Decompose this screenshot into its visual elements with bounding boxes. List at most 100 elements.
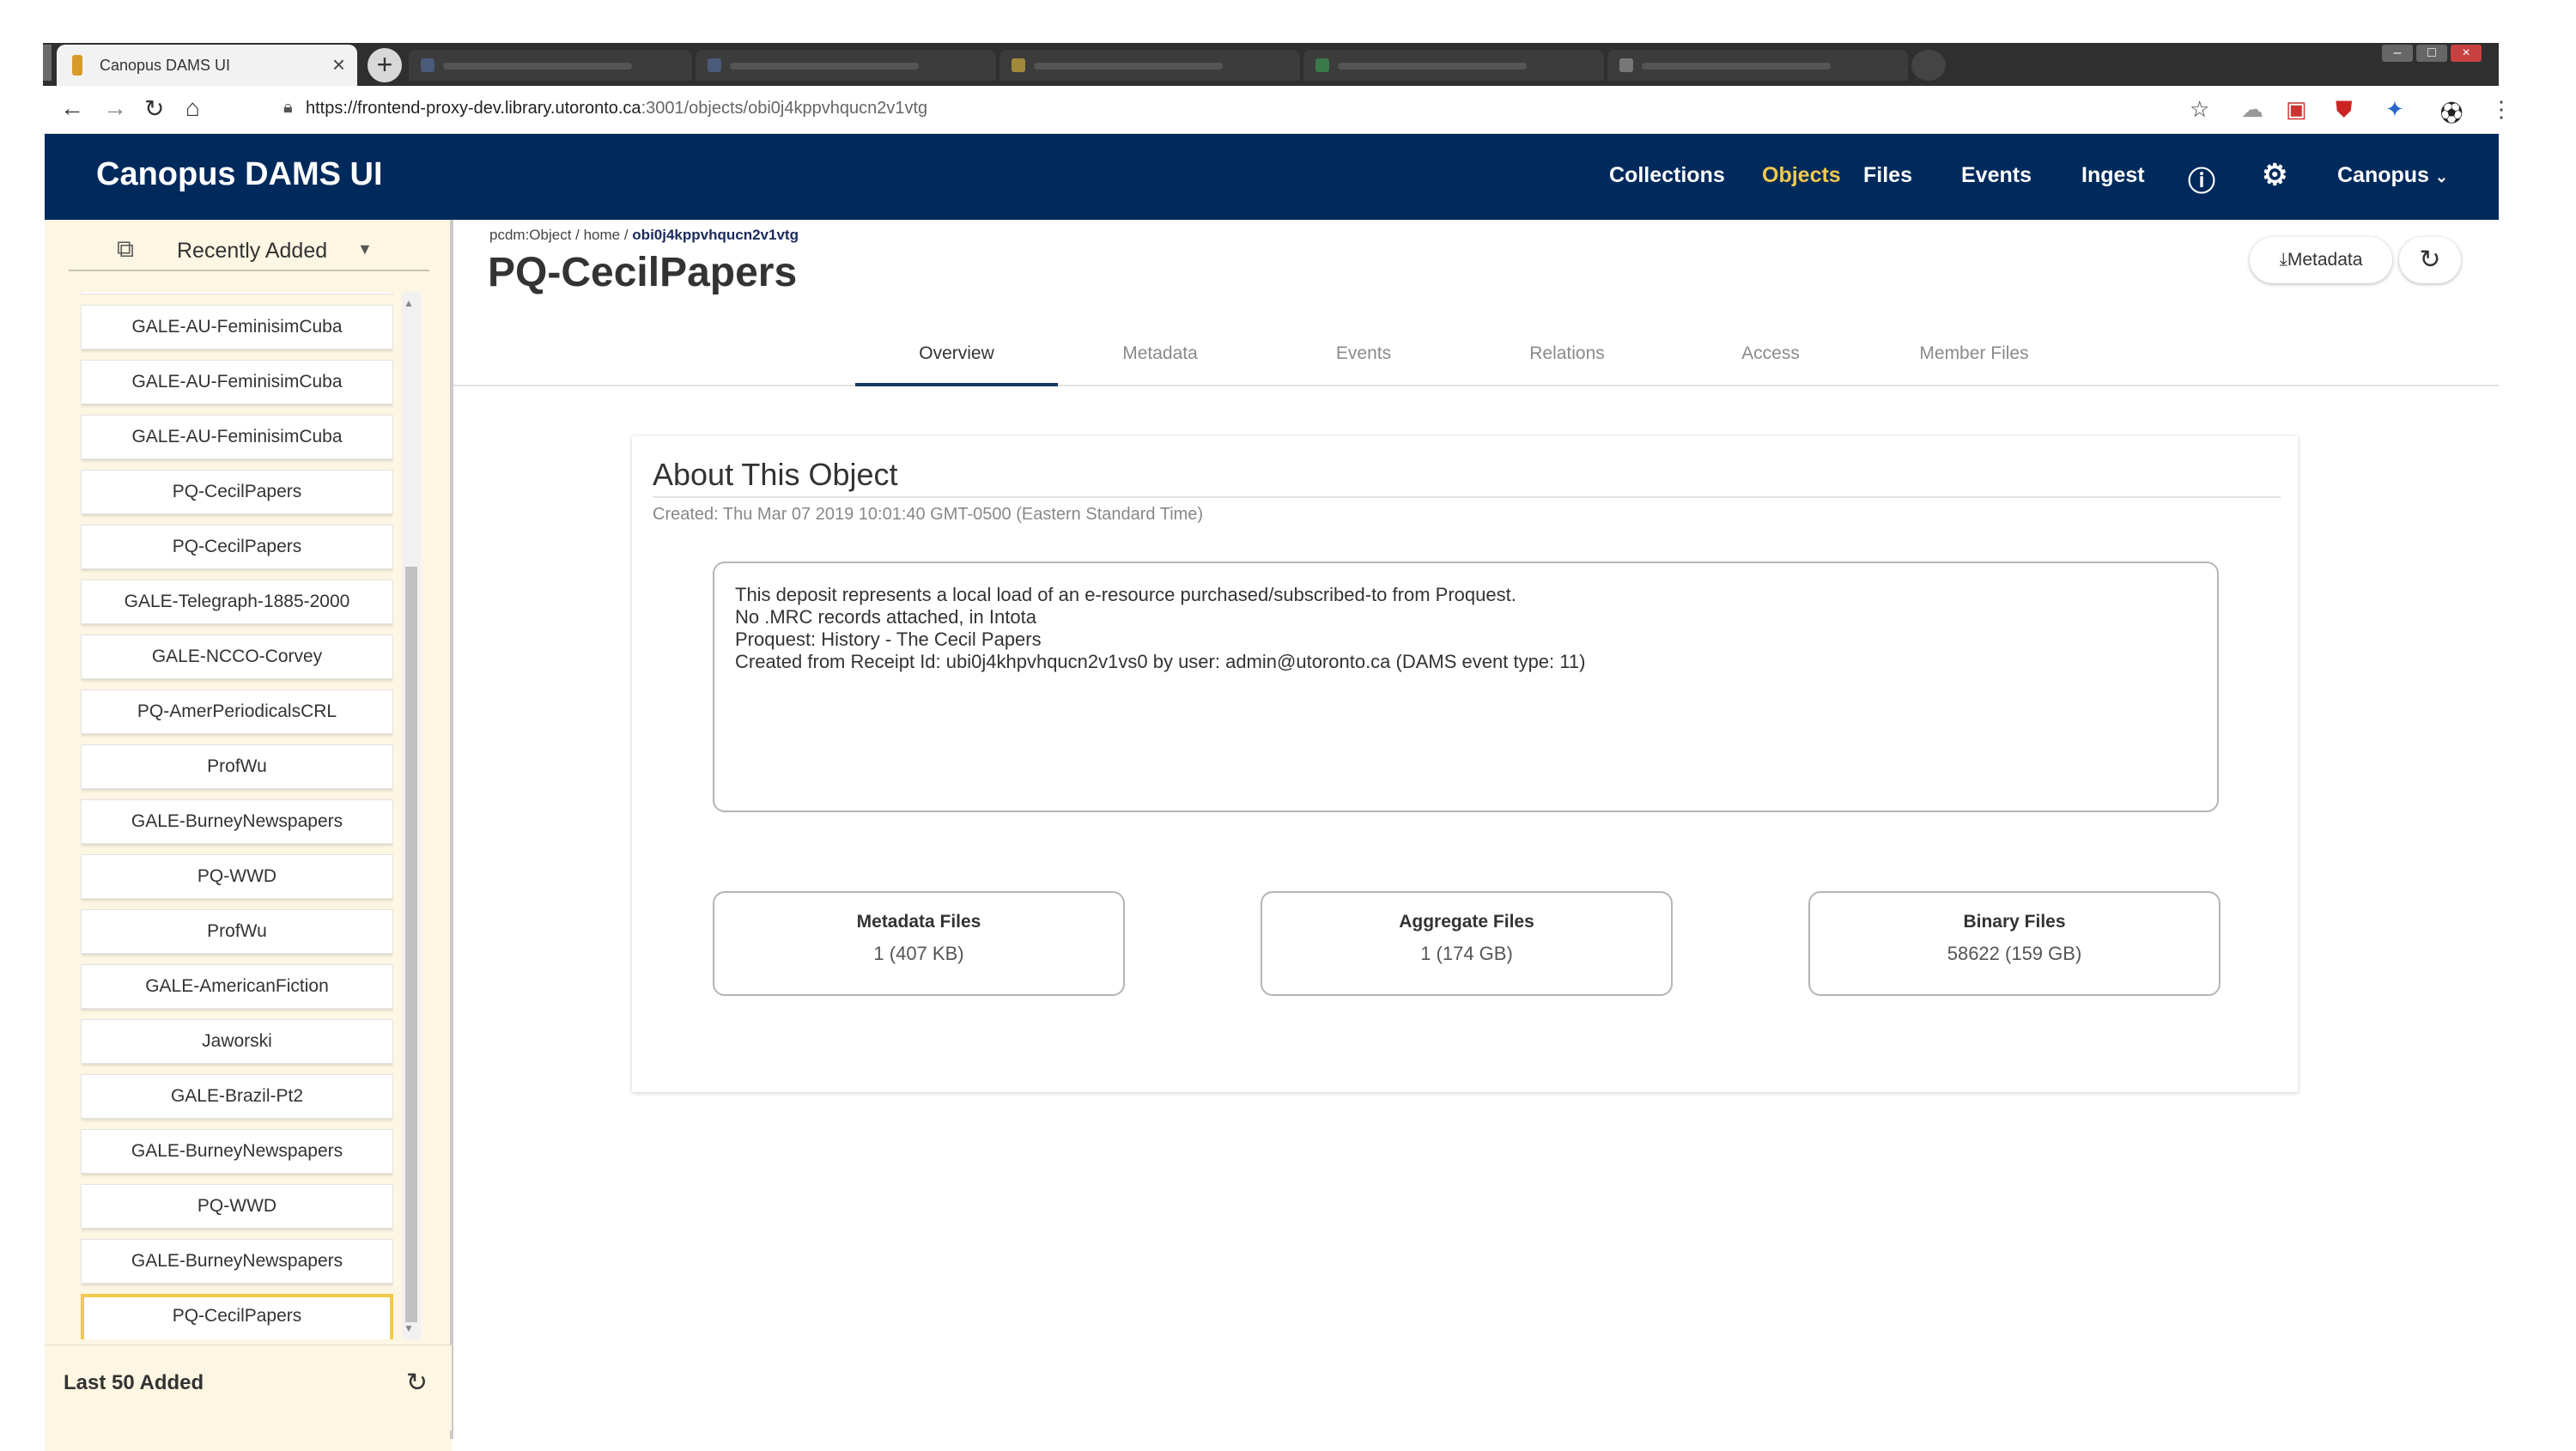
nav-events[interactable]: Events — [1961, 163, 2032, 188]
favicon-icon — [1012, 58, 1025, 72]
list-item[interactable]: PQ-CecilPapers — [81, 470, 393, 514]
nav-objects[interactable]: Objects — [1762, 163, 1841, 188]
list-item-clipped — [81, 292, 393, 294]
scroll-up-icon[interactable]: ▲ — [404, 297, 414, 309]
chevron-down-icon: ⌄ — [2434, 168, 2448, 185]
sidebar-scroll-thumb[interactable] — [405, 567, 417, 1322]
refresh-list-icon[interactable]: ↻ — [406, 1368, 428, 1398]
tab-title-blurred — [443, 63, 632, 70]
app-brand[interactable]: Canopus DAMS UI — [96, 156, 383, 193]
user-menu[interactable]: Canopus ⌄ — [2337, 163, 2448, 188]
pdf-extension-icon[interactable]: ▣ — [2286, 96, 2307, 123]
settings-gear-icon[interactable]: ⚙ — [2262, 158, 2287, 192]
tab-title-blurred — [1642, 63, 1831, 70]
stat-title: Aggregate Files — [1399, 912, 1534, 932]
minimize-icon[interactable]: – — [2382, 45, 2413, 62]
card-title: About This Object — [653, 457, 898, 492]
footer-label: Last 50 Added — [64, 1371, 204, 1394]
sort-label: Recently Added — [177, 239, 328, 263]
tab-close-icon[interactable]: × — [332, 52, 345, 78]
stat-binary-files: Binary Files 58622 (159 GB) — [1808, 891, 2221, 996]
dropbox-extension-icon[interactable]: ✦ — [2385, 96, 2404, 123]
ublock-extension-icon[interactable]: ⛊ — [2336, 96, 2353, 124]
list-item[interactable]: GALE-AU-FeminisimCuba — [81, 360, 393, 404]
home-icon[interactable]: ⌂ — [185, 94, 200, 122]
tab-metadata[interactable]: Metadata — [1059, 343, 1261, 364]
tab-title-blurred — [730, 63, 919, 70]
browser-tab-background[interactable] — [409, 50, 692, 81]
list-item[interactable]: GALE-NCCO-Corvey — [81, 634, 393, 679]
new-tab-button[interactable]: + — [368, 48, 402, 82]
copy-icon: ⧉ — [117, 235, 134, 262]
list-item[interactable]: ProfWu — [81, 909, 393, 954]
stat-value: 58622 (159 GB) — [1947, 943, 2082, 964]
favicon-icon — [72, 55, 82, 76]
maximize-icon[interactable]: □ — [2416, 45, 2447, 62]
list-item[interactable]: PQ-AmerPeriodicalsCRL — [81, 689, 393, 734]
stat-value: 1 (174 GB) — [1420, 943, 1513, 964]
forward-icon[interactable]: → — [103, 94, 127, 122]
list-item[interactable]: GALE-AU-FeminisimCuba — [81, 305, 393, 349]
url-host: https://frontend-proxy-dev.library.utoro… — [306, 99, 641, 118]
close-window-icon[interactable]: × — [2451, 45, 2482, 62]
window-controls: – □ × — [2379, 45, 2490, 65]
url-path: :3001/objects/obi0j4kppvhqucn2v1vtg — [641, 99, 928, 118]
recent-object-list: GALE-AU-FeminisimCuba GALE-AU-FeminisimCu… — [81, 292, 393, 1339]
bookmark-star-icon[interactable]: ☆ — [2190, 96, 2209, 123]
download-metadata-button[interactable]: ⤓Metadata — [2250, 237, 2392, 283]
scroll-down-icon[interactable]: ▼ — [404, 1322, 414, 1334]
created-timestamp: Created: Thu Mar 07 2019 10:01:40 GMT-05… — [653, 505, 1204, 524]
browser-tab-background[interactable] — [1303, 50, 1604, 81]
lock-icon[interactable]: 🔒︎ — [283, 98, 293, 118]
list-item[interactable]: ProfWu — [81, 744, 393, 789]
tab-relations[interactable]: Relations — [1466, 343, 1668, 364]
list-item[interactable]: PQ-CecilPapers — [81, 1294, 393, 1339]
browser-tab-active[interactable]: Canopus DAMS UI × — [57, 45, 357, 86]
nav-ingest[interactable]: Ingest — [2081, 163, 2145, 188]
window-edge — [43, 45, 52, 81]
list-item[interactable]: PQ-CecilPapers — [81, 525, 393, 569]
sort-dropdown[interactable]: ⧉ Recently Added ▼ — [69, 228, 429, 271]
tab-overview[interactable]: Overview — [855, 343, 1058, 364]
stat-metadata-files: Metadata Files 1 (407 KB) — [713, 891, 1125, 996]
tab-events[interactable]: Events — [1262, 343, 1465, 364]
browser-menu-icon[interactable]: ⋮ — [2490, 96, 2512, 123]
back-icon[interactable]: ← — [60, 94, 84, 122]
list-item[interactable]: GALE-AmericanFiction — [81, 964, 393, 1009]
description-line: This deposit represents a local load of … — [735, 584, 1516, 605]
metadata-button-label: Metadata — [2287, 250, 2363, 270]
breadcrumb-path[interactable]: pcdm:Object / home / — [489, 227, 632, 243]
list-item[interactable]: GALE-Brazil-Pt2 — [81, 1074, 393, 1119]
list-item[interactable]: PQ-WWD — [81, 1184, 393, 1229]
list-item[interactable]: GALE-BurneyNewspapers — [81, 1129, 393, 1174]
page-title: PQ-CecilPapers — [488, 250, 798, 295]
nav-files[interactable]: Files — [1863, 163, 1912, 188]
list-item[interactable]: GALE-Telegraph-1885-2000 — [81, 580, 393, 624]
list-item[interactable]: Jaworski — [81, 1019, 393, 1064]
description-line: No .MRC records attached, in Intota — [735, 606, 1036, 628]
tab-member-files[interactable]: Member Files — [1873, 343, 2075, 364]
refresh-button[interactable]: ↻ — [2399, 237, 2461, 283]
description-line: Created from Receipt Id: ubi0j4khpvhqucn… — [735, 651, 1586, 672]
browser-tab-background[interactable] — [1607, 50, 1908, 81]
browser-tab-background[interactable] — [696, 50, 996, 81]
url-input[interactable]: https://frontend-proxy-dev.library.utoro… — [306, 99, 927, 118]
tab-access[interactable]: Access — [1669, 343, 1872, 364]
tab-title-blurred — [1034, 63, 1223, 70]
cloud-extension-icon[interactable]: ☁ — [2241, 96, 2263, 123]
new-tab-button-ghost[interactable] — [1911, 50, 1946, 81]
description-box: This deposit represents a local load of … — [713, 562, 2219, 812]
active-tab-indicator — [855, 383, 1058, 386]
browser-tab-background[interactable] — [999, 50, 1300, 81]
favicon-icon — [421, 58, 434, 72]
list-item[interactable]: GALE-BurneyNewspapers — [81, 1239, 393, 1284]
reload-icon[interactable]: ↻ — [144, 94, 164, 123]
breadcrumb-current: obi0j4kppvhqucn2v1vtg — [632, 227, 799, 243]
profile-avatar-icon[interactable]: ⚽︎ — [2440, 96, 2463, 128]
nav-collections[interactable]: Collections — [1609, 163, 1725, 188]
list-item[interactable]: GALE-BurneyNewspapers — [81, 799, 393, 844]
info-icon[interactable]: ⓘ — [2188, 160, 2215, 199]
list-item[interactable]: PQ-WWD — [81, 854, 393, 899]
list-item[interactable]: GALE-AU-FeminisimCuba — [81, 415, 393, 459]
stat-value: 1 (407 KB) — [873, 943, 964, 964]
